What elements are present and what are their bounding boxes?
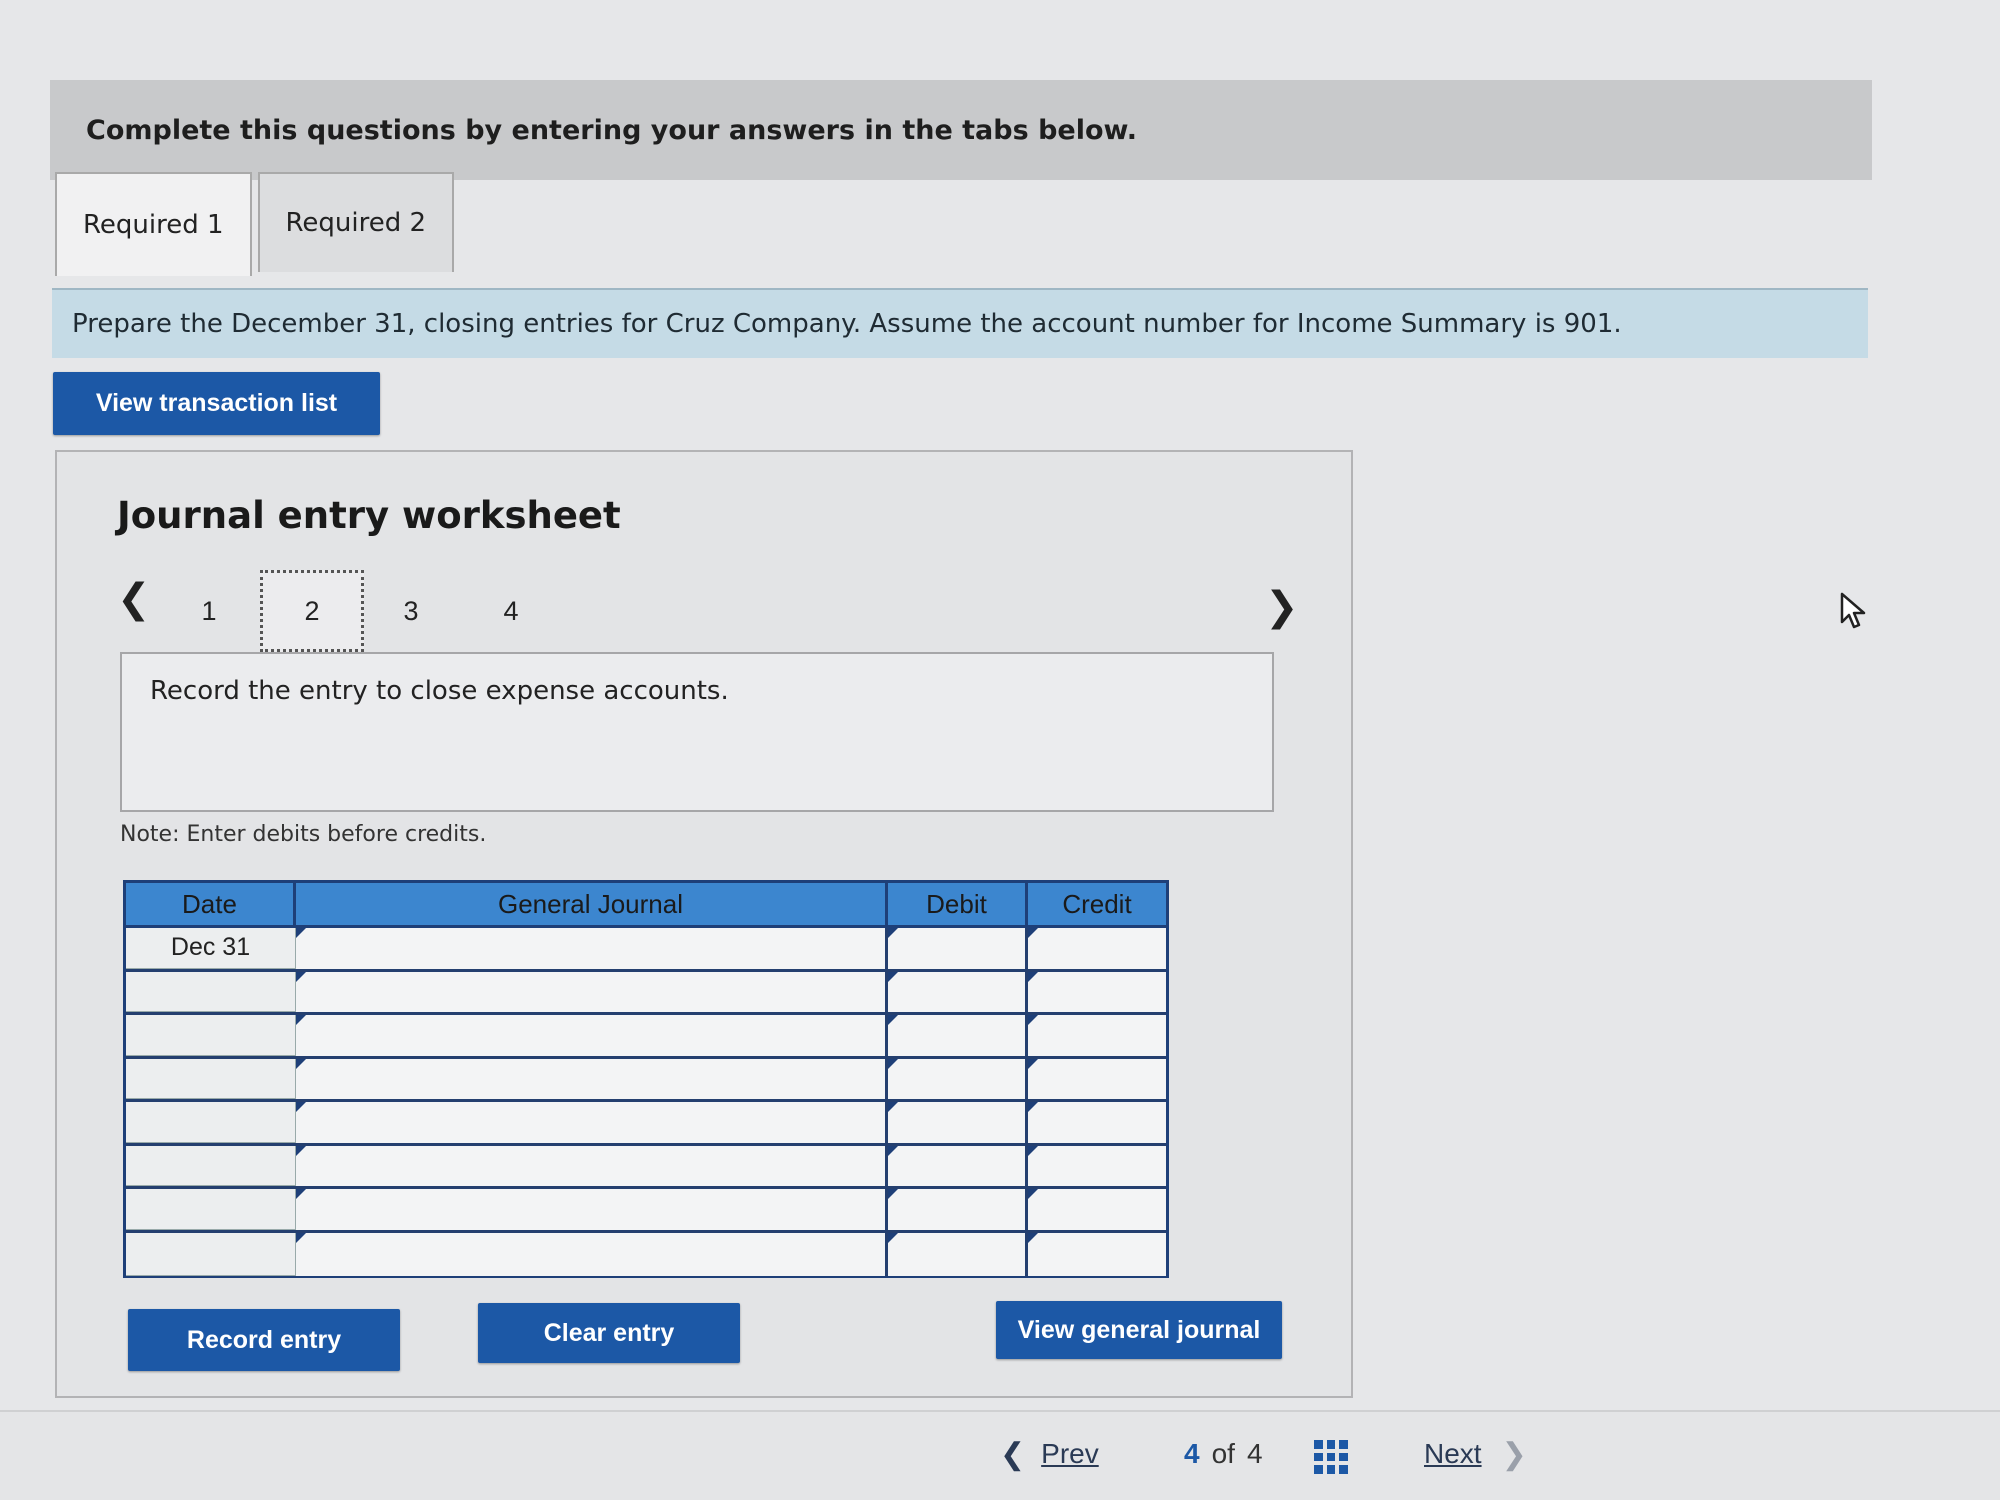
date-cell[interactable] <box>126 1102 296 1143</box>
table-body: Dec 31 <box>126 928 1166 1276</box>
account-field[interactable] <box>296 1102 888 1143</box>
account-field[interactable] <box>296 1145 888 1186</box>
date-cell[interactable] <box>126 1232 296 1276</box>
page-2[interactable]: 2 <box>260 570 364 652</box>
clear-entry-button[interactable]: Clear entry <box>478 1303 740 1363</box>
record-entry-button[interactable]: Record entry <box>128 1309 400 1371</box>
credit-field[interactable] <box>1028 1015 1166 1056</box>
page-4[interactable]: 4 <box>459 570 563 652</box>
table-header: Date General Journal Debit Credit <box>126 883 1166 928</box>
credit-field[interactable] <box>1028 1145 1166 1186</box>
banner-text: Complete this questions by entering your… <box>86 114 1137 146</box>
general-journal-table: Date General Journal Debit Credit Dec 31 <box>123 880 1169 1278</box>
credit-field[interactable] <box>1028 1232 1166 1276</box>
entry-note: Note: Enter debits before credits. <box>120 822 487 847</box>
table-row <box>126 1102 1166 1146</box>
debit-field[interactable] <box>888 1189 1028 1230</box>
credit-field[interactable] <box>1028 928 1166 969</box>
date-cell[interactable] <box>126 971 296 1012</box>
question-tabs: Required 1 Required 2 <box>55 172 455 276</box>
date-cell[interactable] <box>126 1189 296 1230</box>
table-row: Dec 31 <box>126 928 1166 972</box>
page-indicator: 4 of 4 <box>1184 1418 1263 1490</box>
credit-field[interactable] <box>1028 1058 1166 1099</box>
col-date: Date <box>126 883 296 925</box>
date-cell[interactable] <box>126 1058 296 1099</box>
page-current: 4 <box>1184 1438 1200 1469</box>
table-row <box>126 1015 1166 1059</box>
debit-field[interactable] <box>888 1102 1028 1143</box>
worksheet-pager: ❮ 1 2 3 4 ❯ <box>117 562 1299 652</box>
credit-field[interactable] <box>1028 1189 1166 1230</box>
table-row <box>126 1232 1166 1276</box>
table-row <box>126 1145 1166 1189</box>
chevron-right-icon[interactable]: ❯ <box>1265 584 1299 630</box>
entry-prompt: Record the entry to close expense accoun… <box>120 652 1274 812</box>
view-transaction-list-button[interactable]: View transaction list <box>53 372 380 435</box>
table-row <box>126 971 1166 1015</box>
chevron-right-icon: ❯ <box>1501 1437 1527 1471</box>
date-cell[interactable]: Dec 31 <box>126 928 296 969</box>
page-3[interactable]: 3 <box>359 570 463 652</box>
account-field[interactable] <box>296 928 888 969</box>
chevron-left-icon: ❮ <box>1000 1437 1026 1471</box>
date-cell[interactable] <box>126 1015 296 1056</box>
table-row <box>126 1058 1166 1102</box>
page-total: 4 <box>1246 1438 1263 1469</box>
worksheet-title: Journal entry worksheet <box>117 494 621 537</box>
page-1[interactable]: 1 <box>157 570 261 652</box>
credit-field[interactable] <box>1028 1102 1166 1143</box>
page-sep: of <box>1211 1438 1235 1469</box>
entry-prompt-text: Record the entry to close expense accoun… <box>150 676 729 706</box>
date-cell[interactable] <box>126 1145 296 1186</box>
debit-field[interactable] <box>888 928 1028 969</box>
debit-field[interactable] <box>888 1058 1028 1099</box>
account-field[interactable] <box>296 1015 888 1056</box>
prev-button[interactable]: ❮ Prev <box>1000 1418 1099 1490</box>
view-general-journal-button[interactable]: View general journal <box>996 1301 1282 1359</box>
credit-field[interactable] <box>1028 971 1166 1012</box>
table-row <box>126 1189 1166 1233</box>
col-credit: Credit <box>1062 888 1132 919</box>
tab-required-1[interactable]: Required 1 <box>55 172 252 276</box>
grid-icon[interactable] <box>1314 1440 1348 1474</box>
account-field[interactable] <box>296 971 888 1012</box>
tab-required-2[interactable]: Required 2 <box>257 172 455 272</box>
debit-field[interactable] <box>888 1015 1028 1056</box>
mouse-cursor-icon <box>1840 592 1866 629</box>
debit-field[interactable] <box>888 971 1028 1012</box>
debit-field[interactable] <box>888 1145 1028 1186</box>
account-field[interactable] <box>296 1058 888 1099</box>
instructions-text: Prepare the December 31, closing entries… <box>72 309 1622 339</box>
col-debit: Debit <box>888 883 1028 925</box>
journal-entry-worksheet: Journal entry worksheet ❮ 1 2 3 4 ❯ Reco… <box>55 450 1353 1398</box>
account-field[interactable] <box>296 1232 888 1276</box>
question-instructions: Prepare the December 31, closing entries… <box>52 288 1868 358</box>
prev-label: Prev <box>1041 1438 1099 1469</box>
instructions-banner: Complete this questions by entering your… <box>50 80 1872 180</box>
chevron-left-icon[interactable]: ❮ <box>117 576 151 622</box>
next-label: Next <box>1424 1438 1482 1469</box>
debit-field[interactable] <box>888 1232 1028 1276</box>
col-general-journal: General Journal <box>296 883 888 925</box>
account-field[interactable] <box>296 1189 888 1230</box>
next-button[interactable]: Next ❯ <box>1424 1418 1527 1490</box>
